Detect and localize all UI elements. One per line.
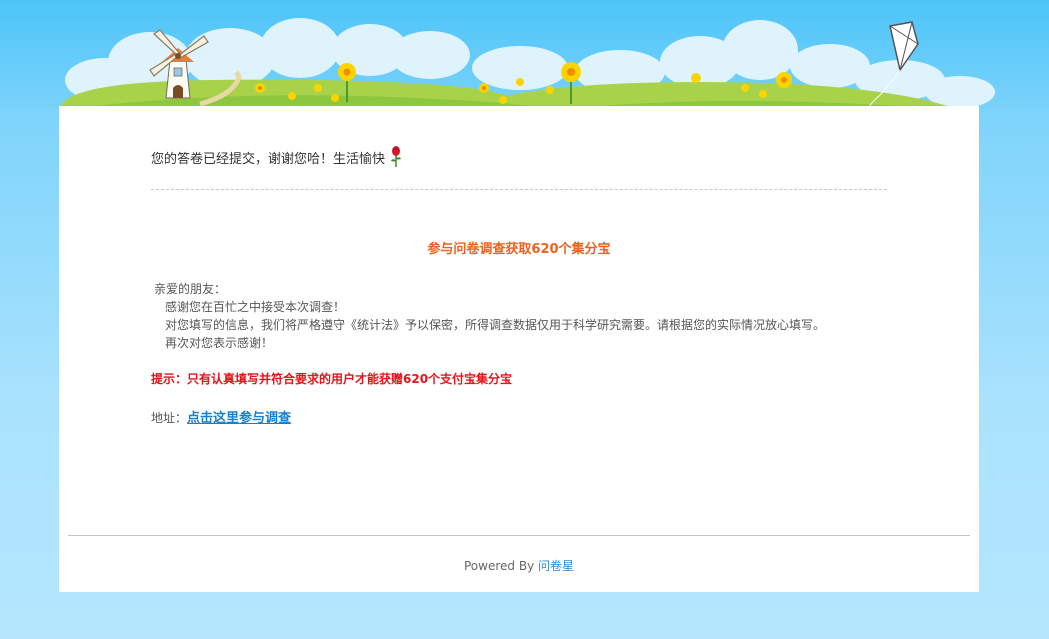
promo-title: 参与问卷调查获取620个集分宝 (427, 242, 611, 257)
survey-link[interactable]: 点击这里参与调查 (187, 411, 291, 426)
address-label: 地址： (151, 411, 188, 425)
eligibility-tip: 提示：只有认真填写并符合要求的用户才能获赠620个支付宝集分宝 (151, 372, 513, 386)
footer-divider (68, 535, 970, 536)
intro-line: 感谢您在百忙之中接受本次调查！ (165, 300, 346, 314)
intro-line: 再次对您表示感谢！ (165, 336, 274, 350)
thanks-text: 您的答卷已经提交，谢谢您哈！生活愉快 (151, 151, 386, 167)
greeting-text: 亲爱的朋友： (154, 282, 227, 296)
footer: Powered By 问卷星 (59, 557, 979, 574)
rose-icon (391, 146, 402, 167)
survey-address: 地址：点击这里参与调查 (151, 407, 291, 426)
submission-message: 您的答卷已经提交，谢谢您哈！生活愉快 (151, 146, 402, 168)
powered-by-text: Powered By (464, 559, 538, 573)
promo-intro: 亲爱的朋友： 感谢您在百忙之中接受本次调查！ 对您填写的信息，我们将严格遵守《统… (151, 280, 825, 352)
dashed-divider (151, 189, 887, 190)
intro-line: 对您填写的信息，我们将严格遵守《统计法》予以保密，所得调查数据仅用于科学研究需要… (165, 318, 826, 332)
result-card: 您的答卷已经提交，谢谢您哈！生活愉快 参与问卷调查获取620个集分宝 亲爱的朋友… (59, 106, 979, 592)
brand-link[interactable]: 问卷星 (538, 559, 574, 573)
landscape-banner (60, 18, 995, 110)
